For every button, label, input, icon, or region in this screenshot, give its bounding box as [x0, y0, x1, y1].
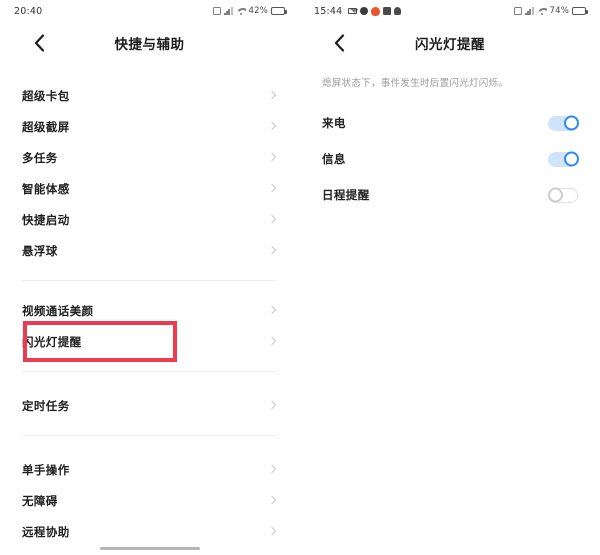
toggle-switch-incoming-call[interactable] — [548, 115, 579, 131]
list-item-label: 单手操作 — [22, 462, 70, 477]
list-item-super-card-pack[interactable]: 超级卡包 — [22, 80, 277, 111]
status-time: 15:44 — [314, 5, 343, 17]
sim-icon — [212, 7, 221, 15]
chevron-right-icon — [267, 184, 277, 194]
settings-group-2: 视频通话美颜 闪光灯提醒 — [22, 295, 277, 362]
right-status-bar: 15:44 74% — [300, 0, 600, 22]
back-button[interactable] — [26, 30, 52, 56]
chevron-right-icon — [267, 401, 277, 411]
toggle-row-calendar-reminder[interactable]: 日程提醒 — [322, 177, 578, 213]
left-status-bar: 20:40 42% — [0, 0, 299, 22]
list-item-label: 智能体感 — [22, 181, 70, 196]
chevron-right-icon — [267, 306, 277, 316]
list-item-multitask[interactable]: 多任务 — [22, 142, 277, 173]
toggle-switch-message[interactable] — [548, 151, 579, 167]
list-item-label: 远程协助 — [22, 524, 70, 539]
home-indicator — [99, 547, 200, 550]
battery-percent-label: 74% — [549, 6, 569, 16]
list-item-one-hand-mode[interactable]: 单手操作 — [22, 454, 277, 485]
right-navbar: 闪光灯提醒 — [300, 22, 600, 64]
chevron-right-icon — [267, 527, 277, 537]
settings-group-3: 定时任务 — [22, 390, 277, 421]
description-text: 熄屏状态下，事件发生时后置闪光灯闪烁。 — [322, 78, 509, 89]
list-item-label: 超级截屏 — [22, 119, 70, 134]
list-item-super-screenshot[interactable]: 超级截屏 — [22, 111, 277, 142]
chevron-right-icon — [267, 246, 277, 256]
toggle-knob — [564, 115, 579, 131]
toggle-switch-calendar-reminder[interactable] — [548, 187, 578, 203]
signal-icon — [524, 7, 534, 15]
mail-icon — [348, 7, 358, 15]
sim-icon — [513, 7, 522, 15]
back-button[interactable] — [326, 30, 352, 56]
signal-icon — [223, 7, 233, 15]
gear-icon — [360, 7, 369, 15]
wifi-icon — [236, 7, 246, 15]
toggle-label: 来电 — [322, 116, 346, 131]
battery-icon — [271, 7, 287, 15]
list-item-label: 闪光灯提醒 — [22, 334, 82, 349]
flame-icon — [371, 6, 381, 16]
list-item-label: 快捷启动 — [22, 212, 70, 227]
toggle-knob — [564, 151, 579, 167]
chevron-right-icon — [267, 122, 277, 132]
list-item-floating-ball[interactable]: 悬浮球 — [22, 235, 277, 266]
list-item-label: 超级卡包 — [22, 88, 70, 103]
status-indicators: 42% — [212, 6, 287, 16]
wifi-icon — [537, 7, 547, 15]
toggle-row-incoming-call[interactable]: 来电 — [322, 105, 579, 141]
left-phone-screen: 20:40 42% 快捷与辅助 超级卡包 超级截屏 多任务 智能体感 快捷启动 … — [0, 0, 300, 555]
battery-icon — [572, 7, 588, 15]
chevron-left-icon — [34, 34, 44, 52]
toggle-label: 日程提醒 — [322, 188, 370, 203]
list-item-label: 多任务 — [22, 150, 58, 165]
toggle-row-message[interactable]: 信息 — [322, 141, 579, 177]
toggle-label: 信息 — [322, 152, 346, 167]
chevron-right-icon — [267, 91, 277, 101]
settings-group-4: 单手操作 无障碍 远程协助 — [22, 454, 277, 547]
chevron-right-icon — [267, 465, 277, 475]
toggle-knob — [548, 187, 563, 203]
list-item-remote-assistance[interactable]: 远程协助 — [22, 516, 277, 547]
app-icon — [383, 7, 392, 15]
list-item-flashlight-reminder[interactable]: 闪光灯提醒 — [22, 321, 277, 362]
list-item-scheduled-tasks[interactable]: 定时任务 — [22, 390, 277, 421]
list-item-label: 无障碍 — [22, 493, 58, 508]
battery-percent-label: 42% — [248, 6, 268, 16]
status-indicators: 74% — [513, 6, 588, 16]
chevron-right-icon — [267, 215, 277, 225]
left-navbar: 快捷与辅助 — [0, 22, 299, 64]
dual-screenshot-container: 20:40 42% 快捷与辅助 超级卡包 超级截屏 多任务 智能体感 快捷启动 … — [0, 0, 600, 555]
chevron-right-icon — [267, 153, 277, 163]
notification-icons — [348, 6, 402, 16]
settings-group-1: 超级卡包 超级截屏 多任务 智能体感 快捷启动 悬浮球 — [22, 80, 277, 266]
settings-list: 超级卡包 超级截屏 多任务 智能体感 快捷启动 悬浮球 视频通话美颜 闪光灯提醒… — [0, 64, 299, 547]
list-item-smart-motion[interactable]: 智能体感 — [22, 173, 277, 204]
list-item-video-call-beauty[interactable]: 视频通话美颜 — [22, 295, 277, 326]
status-time: 20:40 — [14, 5, 43, 17]
chevron-right-icon — [267, 496, 277, 506]
right-phone-screen: 15:44 74% 闪光灯提醒 熄屏状态下，事件发生时后置闪光灯闪烁。 来电 信… — [300, 0, 600, 555]
list-item-quick-launch[interactable]: 快捷启动 — [22, 204, 277, 235]
chevron-left-icon — [334, 34, 344, 52]
location-icon — [394, 7, 402, 15]
toggle-list: 来电 信息 日程提醒 — [300, 91, 600, 213]
list-item-accessibility[interactable]: 无障碍 — [22, 485, 277, 516]
chevron-right-icon — [267, 337, 277, 347]
list-item-label: 悬浮球 — [22, 243, 58, 258]
list-item-label: 视频通话美颜 — [22, 303, 94, 318]
list-item-label: 定时任务 — [22, 398, 70, 413]
